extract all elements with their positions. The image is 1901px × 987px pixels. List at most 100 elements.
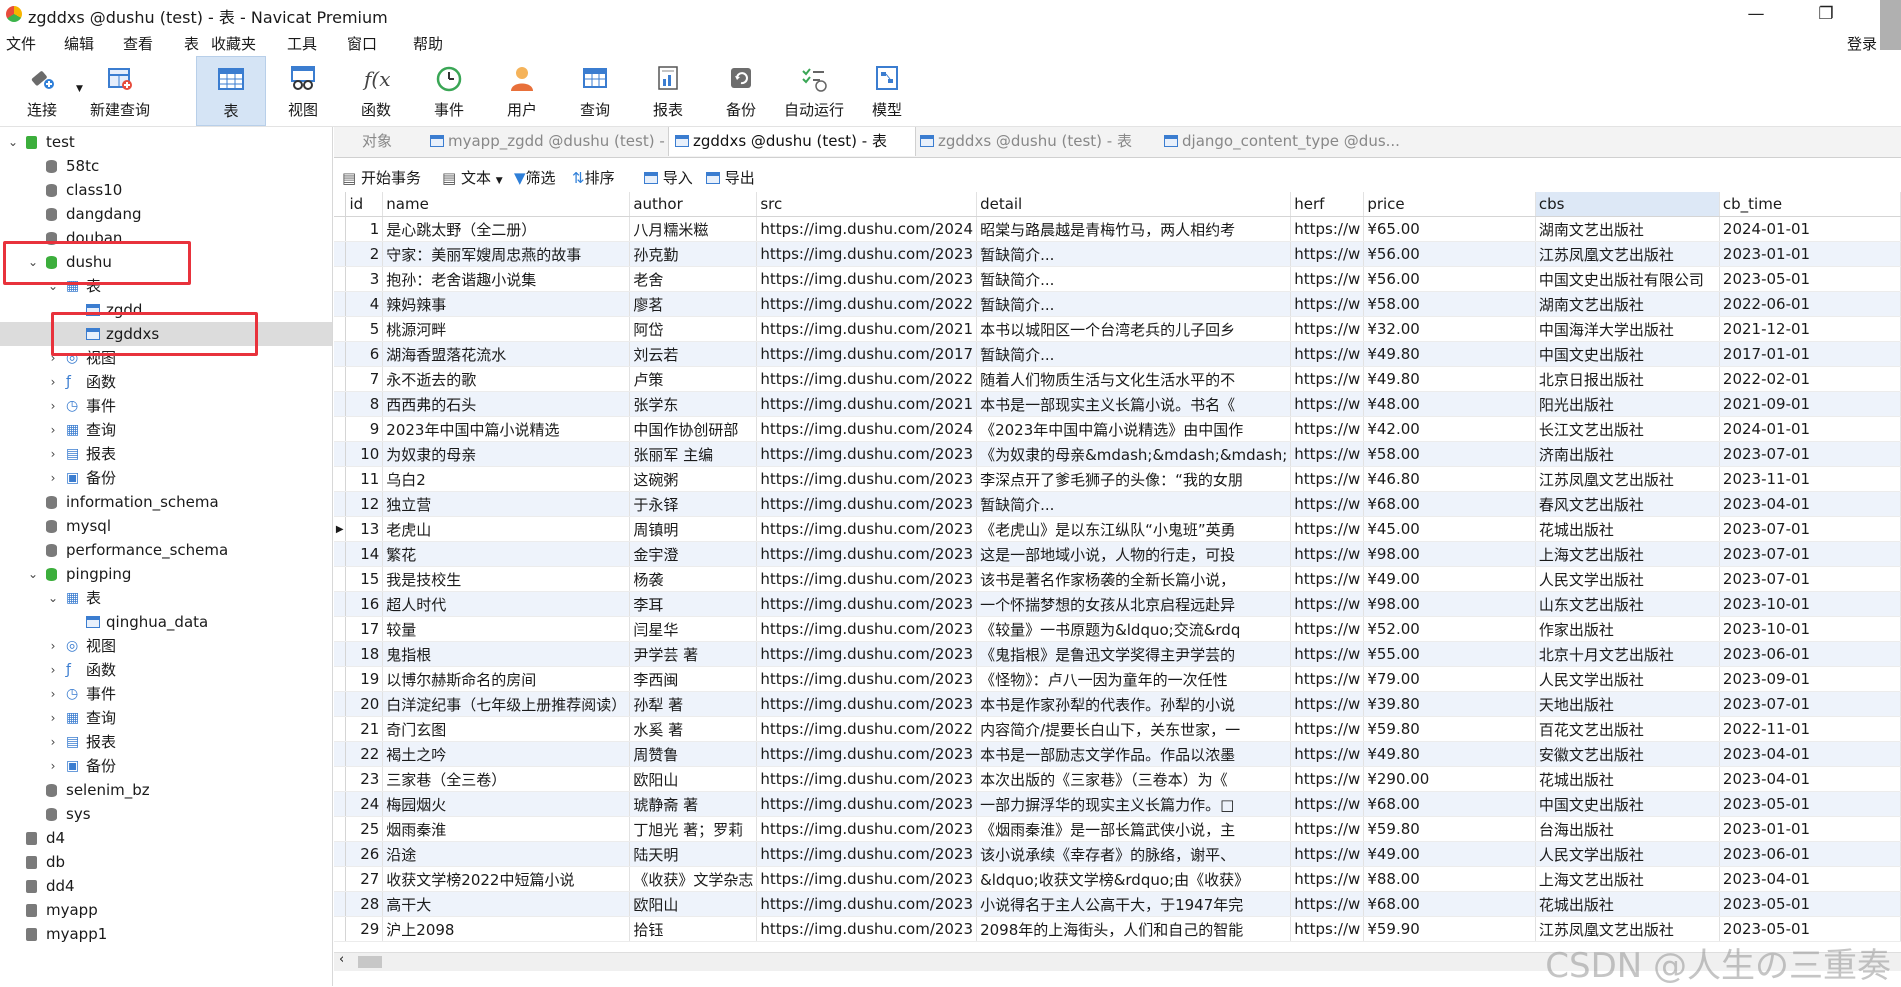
cell-author[interactable]: 卢策 <box>629 366 758 392</box>
cell-cbs[interactable]: 百花文艺出版社 <box>1535 716 1720 742</box>
tree-item-dd4[interactable]: dd4 <box>0 874 332 898</box>
cell-detail[interactable]: 《怪物》：卢八一因为童年的一次任性 <box>976 666 1292 692</box>
cell-price[interactable]: ¥32.00 <box>1363 316 1536 342</box>
cell-cbs[interactable]: 花城出版社 <box>1535 891 1720 917</box>
cell-cbs[interactable]: 山东文艺出版社 <box>1535 591 1720 617</box>
cell-herf[interactable]: https://w <box>1290 916 1365 942</box>
cell-detail[interactable]: 随着人们物质生活与文化生活水平的不 <box>976 366 1292 392</box>
cell-cb_time[interactable]: 2023-01-01 <box>1719 241 1901 267</box>
function-button[interactable]: f(x) 函数 <box>342 56 410 124</box>
cell-id[interactable]: 12 <box>345 491 384 517</box>
text-button[interactable]: ▤ 文本 ▼ <box>442 167 503 188</box>
cell-detail[interactable]: 本书是一部现实主义长篇小说。书名《 <box>976 391 1292 417</box>
chevron-right-icon[interactable]: › <box>46 442 60 466</box>
cell-name[interactable]: 乌白2 <box>382 466 631 492</box>
cell-price[interactable]: ¥59.90 <box>1363 916 1536 942</box>
cell-detail[interactable]: 本书是作家孙犁的代表作。孙犁的小说 <box>976 691 1292 717</box>
cell-id[interactable]: 18 <box>345 641 384 667</box>
cell-price[interactable]: ¥55.00 <box>1363 641 1536 667</box>
cell-cbs[interactable]: 江苏凤凰文艺出版社 <box>1535 241 1720 267</box>
cell-cbs[interactable]: 人民文学出版社 <box>1535 566 1720 592</box>
row-marker[interactable] <box>334 791 347 817</box>
view-button[interactable]: 视图 <box>269 56 337 124</box>
menu-edit[interactable]: 编辑 <box>64 33 94 54</box>
cell-src[interactable]: https://img.dushu.com/2023 <box>756 916 978 942</box>
cell-detail[interactable]: 暂缺简介... <box>976 341 1292 367</box>
cell-herf[interactable]: https://w <box>1290 816 1365 842</box>
cell-id[interactable]: 28 <box>345 891 384 917</box>
cell-herf[interactable]: https://w <box>1290 391 1365 417</box>
cell-id[interactable]: 23 <box>345 766 384 792</box>
table-row[interactable]: 1 是心跳太野（全二册） 八月糯米糍 https://img.dushu.com/20… <box>334 216 1901 242</box>
table-row[interactable]: 18 鬼指根 尹学芸 著 https://img.dushu.com/2023 《鬼指根… <box>334 641 1901 667</box>
cell-src[interactable]: https://img.dushu.com/2023 <box>756 566 978 592</box>
import-button[interactable]: 导入 <box>644 167 693 188</box>
cell-cbs[interactable]: 人民文学出版社 <box>1535 666 1720 692</box>
cell-herf[interactable]: https://w <box>1290 791 1365 817</box>
tree-item-视图[interactable]: › ◎ 视图 <box>0 634 332 658</box>
cell-src[interactable]: https://img.dushu.com/2023 <box>756 816 978 842</box>
cell-name[interactable]: 为奴隶的母亲 <box>382 441 631 467</box>
row-marker[interactable] <box>334 891 347 917</box>
cell-herf[interactable]: https://w <box>1290 691 1365 717</box>
chevron-right-icon[interactable]: › <box>46 658 60 682</box>
tree-item-pingping[interactable]: ⌄ pingping <box>0 562 332 586</box>
cell-id[interactable]: 10 <box>345 441 384 467</box>
cell-herf[interactable]: https://w <box>1290 591 1365 617</box>
cell-price[interactable]: ¥48.00 <box>1363 391 1536 417</box>
row-marker[interactable] <box>334 641 347 667</box>
cell-author[interactable]: 陆天明 <box>629 841 758 867</box>
maximize-button[interactable]: ❐ <box>1803 2 1849 26</box>
cell-herf[interactable]: https://w <box>1290 616 1365 642</box>
cell-author[interactable]: 琥静斋 著 <box>629 791 758 817</box>
column-header-src[interactable]: src <box>756 192 978 217</box>
cell-herf[interactable]: https://w <box>1290 341 1365 367</box>
cell-author[interactable]: 李西闽 <box>629 666 758 692</box>
cell-id[interactable]: 8 <box>345 391 384 417</box>
cell-src[interactable]: https://img.dushu.com/2023 <box>756 591 978 617</box>
tree-item-d4[interactable]: d4 <box>0 826 332 850</box>
sort-button[interactable]: ⇅排序 <box>572 167 615 188</box>
cell-author[interactable]: 八月糯米糍 <box>629 216 758 242</box>
cell-cb_time[interactable]: 2022-11-01 <box>1719 716 1901 742</box>
cell-id[interactable]: 20 <box>345 691 384 717</box>
cell-cb_time[interactable]: 2023-07-01 <box>1719 516 1901 542</box>
menu-file[interactable]: 文件 <box>6 33 36 54</box>
cell-detail[interactable]: 该小说承续《幸存者》的脉络，谢平、 <box>976 841 1292 867</box>
table-row[interactable]: 4 辣妈辣事 廖茗 https://img.dushu.com/2022 暂缺简介...… <box>334 291 1901 317</box>
menu-view[interactable]: 查看 <box>123 33 153 54</box>
cell-id[interactable]: 1 <box>345 216 384 242</box>
cell-price[interactable]: ¥68.00 <box>1363 891 1536 917</box>
row-marker[interactable] <box>334 491 347 517</box>
tree-item-selenim_bz[interactable]: selenim_bz <box>0 778 332 802</box>
cell-src[interactable]: https://img.dushu.com/2023 <box>756 641 978 667</box>
cell-name[interactable]: 西西弗的石头 <box>382 391 631 417</box>
cell-author[interactable]: 闫星华 <box>629 616 758 642</box>
row-marker[interactable]: ▶ <box>334 516 347 542</box>
cell-cb_time[interactable]: 2023-01-01 <box>1719 816 1901 842</box>
row-marker[interactable] <box>334 466 347 492</box>
row-marker[interactable] <box>334 616 347 642</box>
cell-src[interactable]: https://img.dushu.com/2023 <box>756 666 978 692</box>
cell-herf[interactable]: https://w <box>1290 641 1365 667</box>
cell-price[interactable]: ¥49.00 <box>1363 566 1536 592</box>
table-row[interactable]: 9 2023年中国中篇小说精选 中国作协创研部 https://img.dushu.c… <box>334 416 1901 442</box>
table-row[interactable]: 8 西西弗的石头 张学东 https://img.dushu.com/2021 本书是一… <box>334 391 1901 417</box>
cell-src[interactable]: https://img.dushu.com/2023 <box>756 441 978 467</box>
cell-name[interactable]: 永不逝去的歌 <box>382 366 631 392</box>
row-marker[interactable] <box>334 391 347 417</box>
row-marker[interactable] <box>334 691 347 717</box>
cell-id[interactable]: 7 <box>345 366 384 392</box>
cell-cbs[interactable]: 天地出版社 <box>1535 691 1720 717</box>
table-row[interactable]: 22 褐土之吟 周赞鲁 https://img.dushu.com/2023 本书是一部… <box>334 741 1901 767</box>
column-header-detail[interactable]: detail <box>976 192 1292 217</box>
cell-id[interactable]: 5 <box>345 316 384 342</box>
new-query-button[interactable]: 新建查询 <box>86 56 154 124</box>
table-row[interactable]: 19 以博尔赫斯命名的房间 李西闽 https://img.dushu.com/202… <box>334 666 1901 692</box>
cell-cbs[interactable]: 北京十月文艺出版社 <box>1535 641 1720 667</box>
cell-herf[interactable]: https://w <box>1290 316 1365 342</box>
cell-detail[interactable]: 《老虎山》是以东江纵队“小鬼班”英勇 <box>976 516 1292 542</box>
cell-herf[interactable]: https://w <box>1290 241 1365 267</box>
row-marker[interactable] <box>334 741 347 767</box>
cell-cbs[interactable]: 中国文史出版社 <box>1535 341 1720 367</box>
